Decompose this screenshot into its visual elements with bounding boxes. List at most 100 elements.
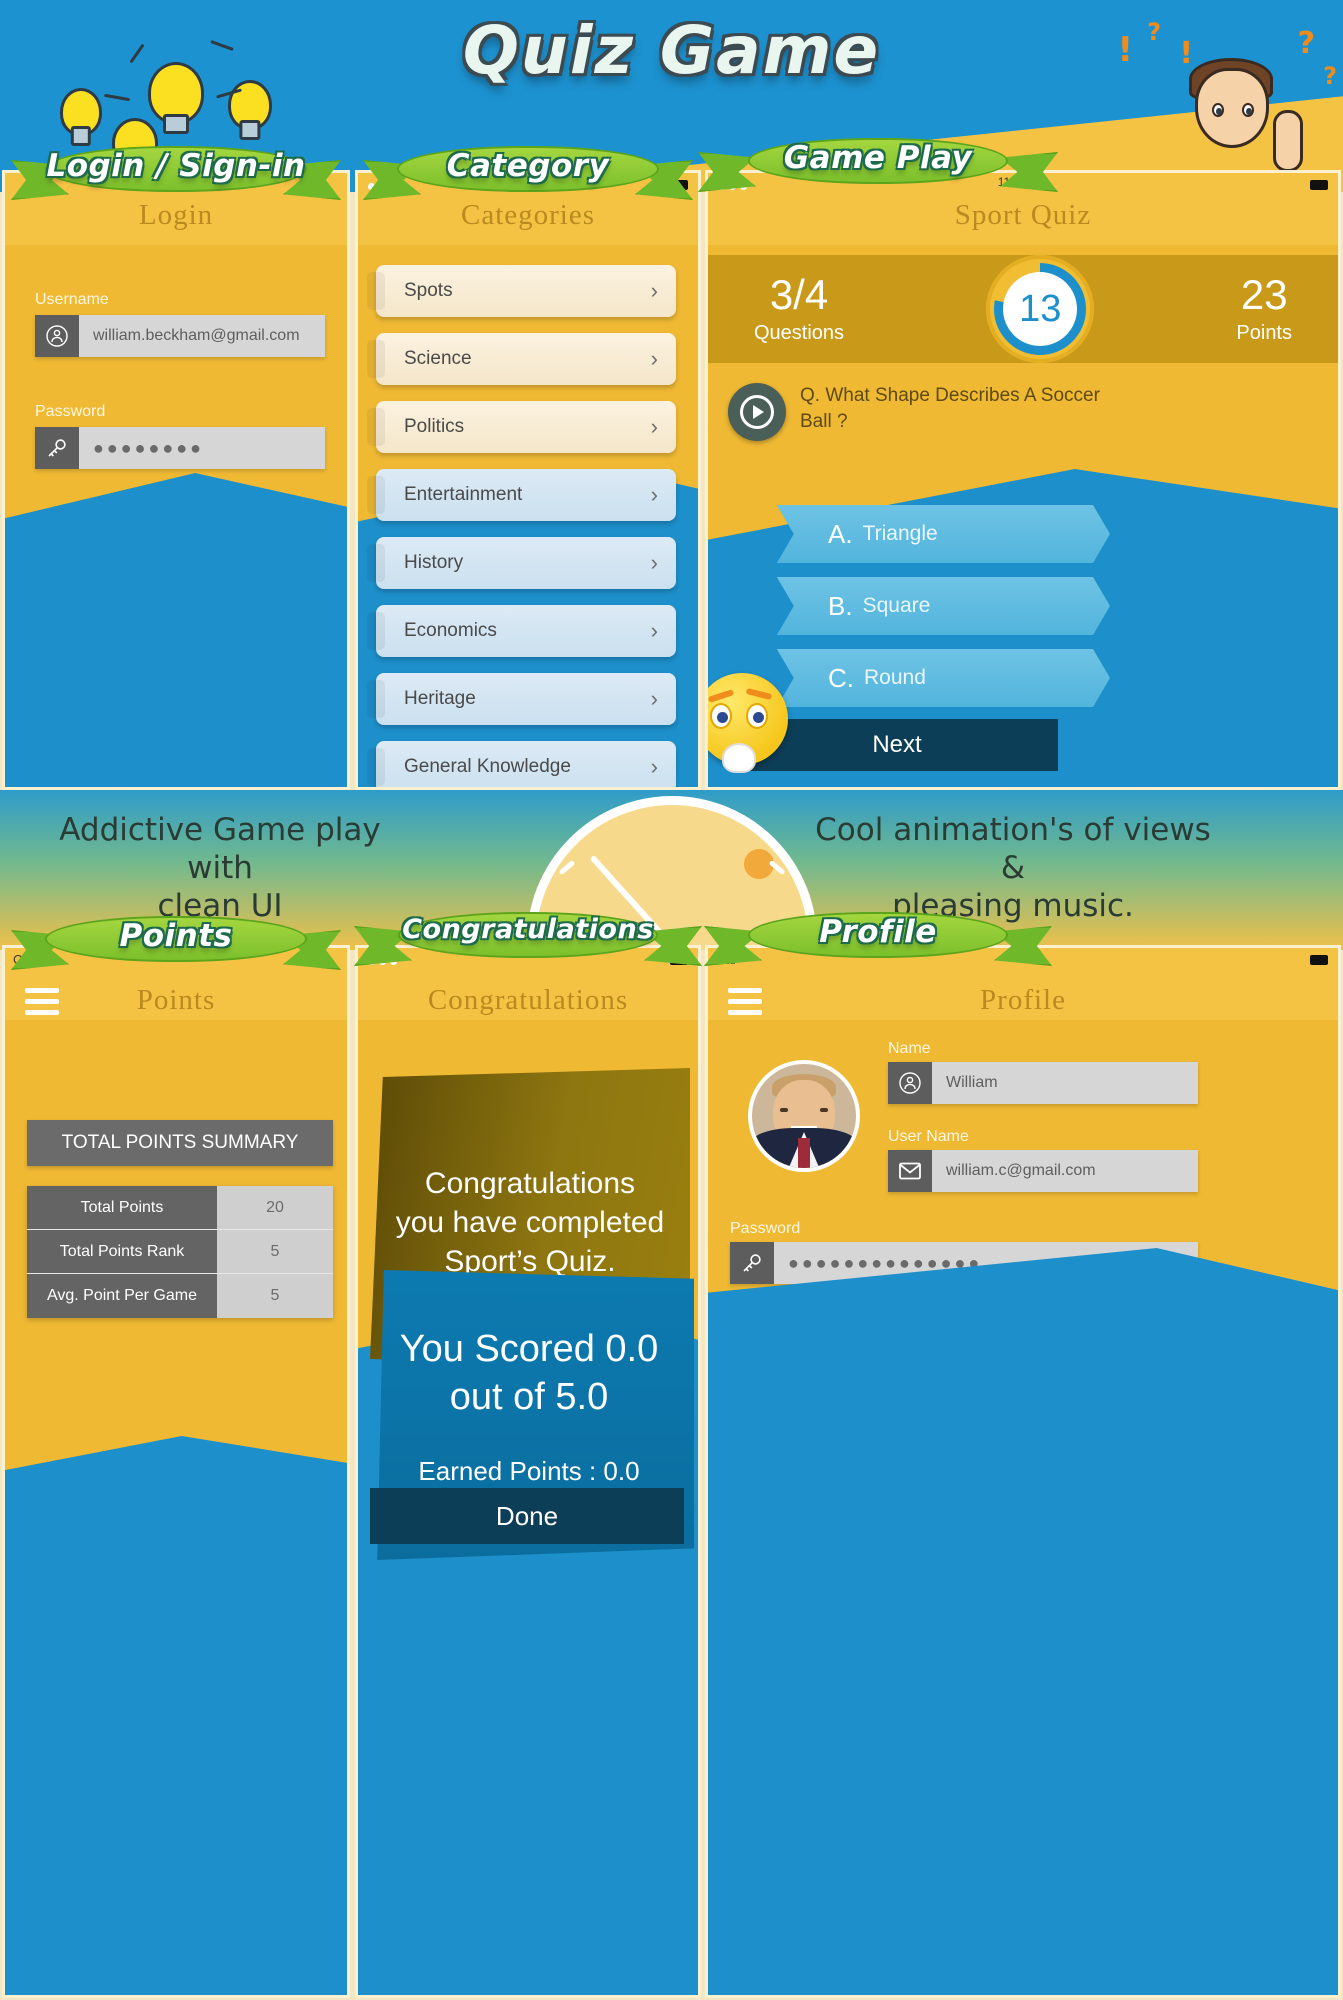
category-label: Politics (404, 416, 465, 437)
page-title: Congratulations (427, 984, 629, 1016)
category-item-entertainment[interactable]: Entertainment › (367, 469, 676, 521)
questions-stat: 3/4 Questions (754, 273, 844, 345)
password-label: Password (730, 1220, 801, 1237)
chevron-right-icon: › (650, 414, 658, 439)
ribbon-label: Points (119, 918, 233, 954)
points-stat: 23 Points (1236, 270, 1292, 345)
username-field[interactable]: william.c@gmail.com (888, 1150, 1198, 1192)
table-row: Total Points Rank 5 (27, 1230, 333, 1274)
card-ear (367, 340, 385, 378)
password-field[interactable]: ●●●●●●●● (35, 427, 325, 469)
username-value: william.c@gmail.com (932, 1150, 1198, 1192)
play-icon[interactable] (728, 383, 786, 441)
category-item-heritage[interactable]: Heritage › (367, 673, 676, 725)
category-item-spots[interactable]: Spots › (367, 265, 676, 317)
category-item-science[interactable]: Science › (367, 333, 676, 385)
countdown-timer: 13 (986, 255, 1095, 363)
lightbulb-icon (60, 88, 102, 136)
ribbon-label: Congratulations (402, 914, 654, 945)
ribbon-label: Game Play (783, 140, 973, 176)
card-ear (367, 408, 385, 446)
question-row: Q. What Shape Describes A Soccer Ball ? (728, 383, 1108, 441)
summary-title: TOTAL POINTS SUMMARY (27, 1120, 333, 1166)
battery-icon (1310, 955, 1328, 965)
timer-ring: 13 (994, 263, 1087, 355)
category-item-general-knowledge[interactable]: General Knowledge › (367, 741, 676, 787)
category-label: Heritage (404, 688, 476, 709)
screen-login: Login Username william.beckham@gmail.com… (2, 170, 350, 790)
row-key: Total Points Rank (27, 1230, 217, 1273)
chevron-right-icon: › (650, 278, 658, 303)
avatar-eye (820, 1108, 828, 1112)
row-value: 20 (217, 1186, 333, 1229)
points-caption: Points (1236, 321, 1292, 344)
card-ear (367, 476, 385, 514)
screen-congratulations: Congratulations Congratulations you have… (355, 945, 701, 1998)
answer-option-a[interactable]: A. Triangle (776, 505, 1110, 563)
question-text: Q. What Shape Describes A Soccer Ball ? (800, 385, 1100, 432)
card-ear (367, 544, 385, 582)
ribbon-category: Category (363, 140, 693, 202)
boy-eye (1242, 103, 1254, 117)
page-title: Profile (980, 984, 1066, 1016)
done-button[interactable]: Done (370, 1488, 684, 1544)
password-label: Password (35, 403, 106, 420)
ribbon-login: Login / Sign-in (11, 140, 341, 202)
name-field[interactable]: William (888, 1062, 1198, 1104)
ribbon-points: Points (11, 910, 341, 972)
avatar (748, 1060, 860, 1172)
ribbon-label: Login / Sign-in (46, 148, 306, 184)
user-icon (35, 315, 79, 357)
dial-tick (558, 859, 576, 876)
answer-option-b[interactable]: B. Square (776, 577, 1110, 635)
category-label: Entertainment (404, 484, 523, 505)
screen-category: Categories Spots › Science › Politics › … (355, 170, 701, 790)
emoji-eye (710, 703, 732, 729)
chevron-right-icon: › (650, 482, 658, 507)
ribbon-profile: Profile (704, 906, 1052, 968)
ribbon-congratulations: Congratulations (354, 906, 702, 968)
category-label: Economics (404, 620, 497, 641)
emoji-eye (746, 703, 768, 729)
username-field[interactable]: william.beckham@gmail.com (35, 315, 325, 357)
chevron-right-icon: › (650, 618, 658, 643)
card-ear (367, 748, 385, 786)
answer-option-c[interactable]: C. Round (776, 649, 1110, 707)
category-item-history[interactable]: History › (367, 537, 676, 589)
answer-text: Triangle (862, 522, 938, 545)
emoji-hand (722, 743, 756, 773)
category-item-economics[interactable]: Economics › (367, 605, 676, 657)
chevron-right-icon: › (650, 686, 658, 711)
category-label: History (404, 552, 464, 573)
card-ear (367, 272, 385, 310)
emoji-brow (745, 687, 773, 701)
category-item-politics[interactable]: Politics › (367, 401, 676, 453)
ribbon-gameplay: Game Play (698, 132, 1058, 194)
boy-arm (1273, 110, 1303, 172)
card-ear (367, 680, 385, 718)
name-value: William (932, 1062, 1198, 1104)
boy-eye (1212, 103, 1224, 117)
points-value: 23 (1240, 270, 1288, 318)
row-value: 5 (217, 1230, 333, 1273)
hamburger-menu-icon[interactable] (25, 988, 59, 1021)
row-key: Total Points (27, 1186, 217, 1229)
key-icon (730, 1242, 774, 1284)
timer-value: 13 (1003, 272, 1078, 346)
mail-icon (888, 1150, 932, 1192)
hamburger-menu-icon[interactable] (728, 988, 762, 1021)
table-row: Total Points 20 (27, 1186, 333, 1230)
app-showcase: ! ? ! ? ? Quiz Game Login Username willi… (0, 0, 1343, 2000)
screen-profile: Car Profile Name William U (705, 945, 1341, 1998)
blue-wedge (5, 473, 347, 787)
category-label: Science (404, 348, 472, 369)
chevron-right-icon: › (650, 754, 658, 779)
answer-text: Round (864, 666, 926, 689)
blue-wedge (5, 1436, 347, 1995)
app-title: Quiz Game (462, 12, 881, 89)
table-row: Avg. Point Per Game 5 (27, 1274, 333, 1318)
category-label: General Knowledge (404, 756, 571, 777)
points-table: Total Points 20 Total Points Rank 5 Avg.… (27, 1186, 333, 1318)
congrats-message: Congratulations you have completed Sport… (395, 1167, 665, 1278)
user-icon (888, 1062, 932, 1104)
